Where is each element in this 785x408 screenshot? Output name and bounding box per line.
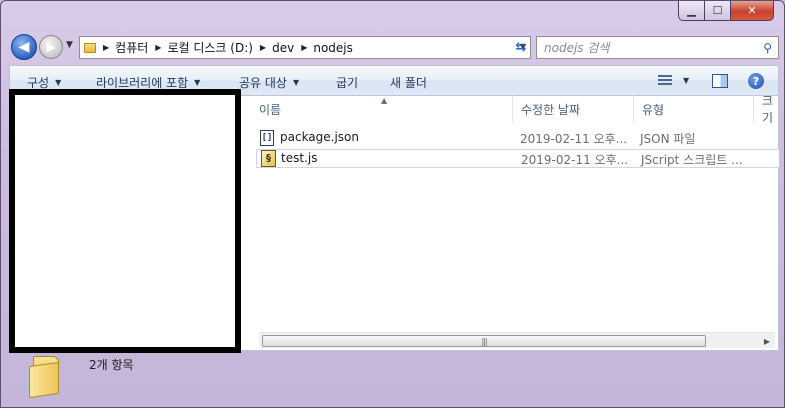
- file-name: package.json: [280, 130, 360, 144]
- back-button[interactable]: ◀: [11, 34, 37, 60]
- maximize-button[interactable]: ☐: [705, 1, 731, 21]
- file-date: 2019-02-11 오후...: [521, 153, 629, 167]
- column-name-label: 이름: [259, 102, 282, 117]
- burn-button[interactable]: 굽기: [336, 74, 358, 91]
- file-type: JSON 파일: [640, 132, 696, 146]
- column-type-label: 유형: [642, 102, 665, 117]
- caption-buttons: ▁ ☐ ✕: [678, 1, 774, 21]
- new-folder-label: 새 폴더: [390, 76, 427, 90]
- forward-button[interactable]: ▶: [39, 35, 63, 59]
- file-row-test-js[interactable]: § test.js 2019-02-11 오후... JScript 스크립트 …: [256, 149, 779, 168]
- help-icon[interactable]: ?: [748, 73, 764, 89]
- column-date-label: 수정한 날짜: [521, 102, 581, 117]
- column-header-name[interactable]: 이름 ▲: [251, 95, 513, 123]
- item-count: 2개 항목: [89, 358, 134, 372]
- navigation-pane[interactable]: [9, 89, 241, 353]
- js-file-icon: §: [261, 150, 276, 167]
- file-row-package-json[interactable]: [] package.json 2019-02-11 오후... JSON 파일: [256, 129, 779, 148]
- column-header-type[interactable]: 유형: [634, 95, 754, 123]
- search-icon[interactable]: ⚲: [763, 41, 772, 55]
- change-view-icon[interactable]: [658, 75, 672, 87]
- file-type: JScript 스크립트 ...: [641, 153, 743, 167]
- breadcrumb-separator-icon[interactable]: ▶: [260, 43, 266, 52]
- share-with-label: 공유 대상: [239, 76, 287, 90]
- navigation-bar: ◀ ▶ ▼ ▶ 컴퓨터 ▶ 로컬 디스크 (D:) ▶ dev ▶ nodejs…: [9, 32, 779, 62]
- chevron-down-icon: ▼: [55, 78, 62, 87]
- search-box[interactable]: ⚲: [536, 36, 779, 59]
- column-header-size[interactable]: 크기: [754, 95, 779, 123]
- refresh-button[interactable]: ⇆: [511, 37, 531, 58]
- scroll-right-icon[interactable]: ▶: [759, 333, 775, 349]
- column-header-date-modified[interactable]: 수정한 날짜: [513, 95, 634, 123]
- column-headers: 이름 ▲ 수정한 날짜 유형 크기: [251, 95, 779, 123]
- chevron-down-icon: ▼: [194, 78, 201, 87]
- column-size-label: 크기: [762, 95, 774, 123]
- sort-ascending-icon: ▲: [381, 96, 388, 105]
- file-name: test.js: [281, 151, 318, 165]
- burn-label: 굽기: [336, 76, 359, 90]
- folder-icon: [29, 356, 65, 399]
- breadcrumb-separator-icon[interactable]: ▶: [301, 43, 307, 52]
- address-bar[interactable]: ▶ 컴퓨터 ▶ 로컬 디스크 (D:) ▶ dev ▶ nodejs ▼: [79, 36, 531, 59]
- new-folder-button[interactable]: 새 폴더: [390, 74, 427, 91]
- minimize-button[interactable]: ▁: [678, 1, 705, 21]
- preview-pane-icon[interactable]: [712, 74, 728, 88]
- chevron-down-icon: ▼: [292, 78, 300, 87]
- file-list: 이름 ▲ 수정한 날짜 유형 크기 [] package.json 2019-0…: [251, 95, 779, 351]
- forward-arrow-icon: ▶: [46, 40, 56, 54]
- breadcrumb-computer[interactable]: 컴퓨터: [115, 39, 148, 56]
- scrollbar-thumb[interactable]: |||: [262, 335, 706, 347]
- breadcrumb-local-disk[interactable]: 로컬 디스크 (D:): [167, 39, 252, 56]
- json-file-icon: []: [260, 130, 274, 146]
- share-with-menu[interactable]: 공유 대상 ▼: [239, 74, 299, 91]
- breadcrumb-separator-icon[interactable]: ▶: [155, 43, 161, 52]
- folder-icon: [84, 42, 96, 53]
- chevron-down-icon: ▼: [66, 40, 73, 50]
- recent-pages-dropdown[interactable]: ▼: [66, 40, 73, 50]
- close-button[interactable]: ✕: [731, 1, 774, 21]
- breadcrumb-nodejs[interactable]: nodejs: [313, 41, 353, 55]
- search-input[interactable]: [544, 40, 754, 55]
- details-pane: 2개 항목: [9, 351, 779, 403]
- refresh-icon: ⇆: [515, 40, 527, 55]
- explorer-window: ▁ ☐ ✕ ◀ ▶ ▼ ▶ 컴퓨터 ▶ 로컬 디스크 (D:) ▶ dev ▶ …: [0, 0, 785, 408]
- breadcrumb-separator-icon[interactable]: ▶: [103, 43, 109, 52]
- file-date: 2019-02-11 오후...: [520, 132, 628, 146]
- view-options-dropdown-icon[interactable]: ▼: [683, 76, 689, 85]
- breadcrumb-dev[interactable]: dev: [272, 41, 294, 55]
- horizontal-scrollbar[interactable]: ||| ▶: [259, 332, 775, 348]
- back-arrow-icon: ◀: [18, 39, 30, 55]
